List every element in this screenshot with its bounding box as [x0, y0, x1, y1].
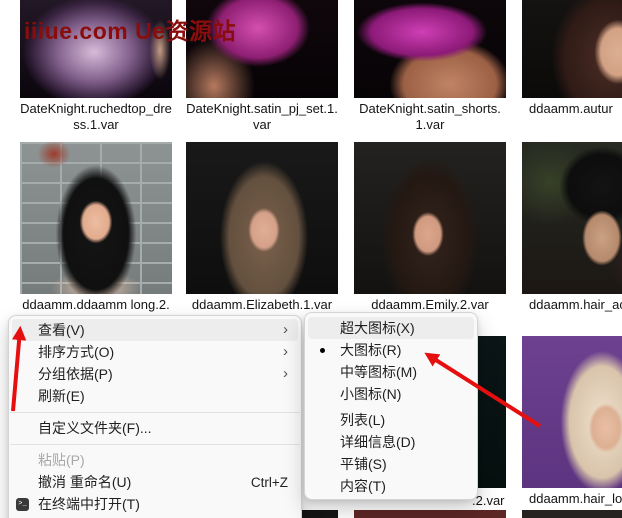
menu-item-paste[interactable]: 粘贴(P) [12, 449, 298, 471]
menu-item-label: 查看(V) [38, 320, 85, 340]
file-name: ddaamm.Emily.2.var [354, 297, 506, 313]
menu-item-customize-folder[interactable]: 自定义文件夹(F)... [12, 417, 298, 439]
submenu-item-tiles[interactable]: 平铺(S) [308, 453, 474, 475]
file-name: ddaamm.Elizabeth.1.var [186, 297, 338, 313]
file-name: DateKnight.satin_shorts.1.var [354, 101, 506, 133]
menu-item-label: 在终端中打开(T) [38, 494, 140, 514]
file-item[interactable]: ddaamm.hair_ac [522, 142, 622, 313]
menu-item-label: 超大图标(X) [340, 318, 415, 338]
menu-item-refresh[interactable]: 刷新(E) [12, 385, 298, 407]
file-thumbnail[interactable] [522, 510, 622, 518]
file-explorer-canvas: iiiue.com Ue资源站 DateKnight.ruchedtop_dre… [0, 0, 622, 518]
menu-item-label: 大图标(R) [340, 340, 401, 360]
menu-item-label: 自定义文件夹(F)... [38, 418, 152, 438]
menu-separator [10, 444, 300, 445]
file-thumbnail [522, 0, 622, 98]
file-thumbnail [186, 142, 338, 294]
file-thumbnail [522, 336, 622, 488]
menu-item-label: 平铺(S) [340, 454, 387, 474]
file-thumbnail [354, 142, 506, 294]
menu-item-label: 粘贴(P) [38, 450, 85, 470]
view-submenu: 超大图标(X) 大图标(R) 中等图标(M) 小图标(N) 列表(L) 详细信息… [304, 312, 478, 500]
menu-item-shortcut: Ctrl+Z [251, 475, 288, 490]
file-thumbnail [20, 142, 172, 294]
file-name: DateKnight.satin_pj_set.1.var [186, 101, 338, 133]
submenu-item-extra-large-icons[interactable]: 超大图标(X) [308, 317, 474, 339]
chevron-right-icon: › [283, 322, 288, 337]
submenu-item-details[interactable]: 详细信息(D) [308, 431, 474, 453]
submenu-item-large-icons[interactable]: 大图标(R) [308, 339, 474, 361]
menu-item-label: 内容(T) [340, 476, 386, 496]
file-thumbnail [522, 142, 622, 294]
file-name: DateKnight.ruchedtop_dress.1.var [20, 101, 172, 133]
submenu-item-list[interactable]: 列表(L) [308, 409, 474, 431]
file-name: ddaamm.hair_lor [522, 491, 622, 507]
file-item[interactable]: DateKnight.satin_shorts.1.var [354, 0, 506, 133]
menu-item-label: 小图标(N) [340, 384, 401, 404]
file-name: ddaamm.autur [522, 101, 622, 117]
submenu-item-content[interactable]: 内容(T) [308, 475, 474, 497]
menu-separator [10, 412, 300, 413]
menu-item-label: 撤消 重命名(U) [38, 472, 131, 492]
file-item[interactable]: ddaamm.Emily.2.var [354, 142, 506, 313]
menu-item-label: 分组依据(P) [38, 364, 113, 384]
terminal-icon: >_ [16, 498, 29, 511]
file-name: ddaamm.hair_ac [522, 297, 622, 313]
context-menu: 查看(V) › 排序方式(O) › 分组依据(P) › 刷新(E) 自定义文件夹… [8, 315, 302, 518]
file-thumbnail [354, 0, 506, 98]
menu-item-label: 排序方式(O) [38, 342, 114, 362]
menu-item-group-by[interactable]: 分组依据(P) › [12, 363, 298, 385]
menu-item-label: 详细信息(D) [340, 432, 415, 452]
menu-item-undo-rename[interactable]: 撤消 重命名(U) Ctrl+Z [12, 471, 298, 493]
menu-item-label: 列表(L) [340, 410, 385, 430]
menu-item-view[interactable]: 查看(V) › [12, 319, 298, 341]
submenu-item-small-icons[interactable]: 小图标(N) [308, 383, 474, 405]
menu-item-label: 中等图标(M) [340, 362, 417, 382]
file-thumbnail[interactable] [354, 510, 506, 518]
watermark: iiiue.com Ue资源站 [24, 12, 236, 46]
file-item[interactable]: ddaamm.Elizabeth.1.var [186, 142, 338, 313]
file-name: ddaamm.ddaamm long.2. [20, 297, 172, 313]
menu-item-label: 刷新(E) [38, 386, 85, 406]
chevron-right-icon: › [283, 366, 288, 381]
menu-item-open-in-terminal[interactable]: >_ 在终端中打开(T) [12, 493, 298, 515]
chevron-right-icon: › [283, 344, 288, 359]
file-item[interactable]: ddaamm.autur [522, 0, 622, 117]
file-item[interactable]: ddaamm.ddaamm long.2. [20, 142, 172, 313]
radio-selected-icon [320, 348, 325, 353]
menu-item-sort-by[interactable]: 排序方式(O) › [12, 341, 298, 363]
file-item[interactable]: ddaamm.hair_lor [522, 336, 622, 507]
submenu-item-medium-icons[interactable]: 中等图标(M) [308, 361, 474, 383]
